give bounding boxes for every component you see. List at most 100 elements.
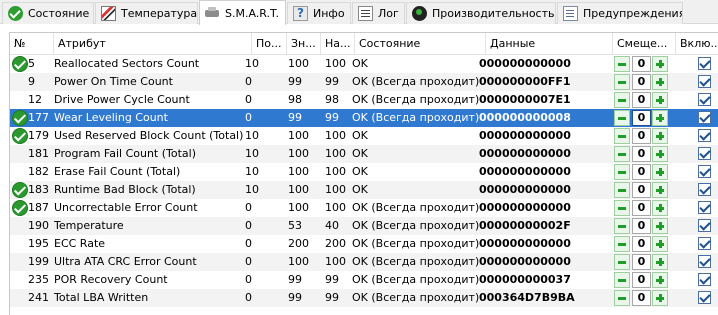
enabled-checkbox[interactable] <box>698 147 711 160</box>
table-row[interactable]: 182 Erase Fail Count (Total) 10 100 100 OK 000… <box>10 163 718 181</box>
tab-performance[interactable]: Производительность <box>406 2 556 24</box>
offset-value[interactable]: 0 <box>632 92 651 108</box>
minus-icon[interactable] <box>614 200 630 216</box>
tab-info[interactable]: Инфо <box>287 2 351 24</box>
col-header-threshold[interactable]: По... <box>252 33 287 55</box>
plus-icon[interactable] <box>652 254 668 270</box>
enabled-checkbox[interactable] <box>698 111 711 124</box>
plus-icon[interactable] <box>652 74 668 90</box>
minus-icon[interactable] <box>614 92 630 108</box>
col-header-value[interactable]: Зн... <box>287 33 321 55</box>
table-row[interactable]: 199 Ultra ATA CRC Error Count 0 100 100 OK (В… <box>10 253 718 271</box>
table-row[interactable]: 181 Program Fail Count (Total) 10 100 100 OK 0… <box>10 145 718 163</box>
table-row[interactable]: 195 ECC Rate 0 200 200 OK (Всегда проходит) 00… <box>10 235 718 253</box>
tab-status[interactable]: Состояние <box>2 2 94 24</box>
threshold-value: 10 <box>245 147 259 160</box>
col-header-status[interactable]: Состояние <box>355 33 486 55</box>
status-text: OK <box>352 57 368 70</box>
col-header-number[interactable]: № <box>10 33 54 55</box>
offset-value[interactable]: 0 <box>632 56 651 72</box>
enabled-checkbox[interactable] <box>698 183 711 196</box>
enabled-checkbox[interactable] <box>698 201 711 214</box>
minus-icon[interactable] <box>614 146 630 162</box>
enabled-checkbox[interactable] <box>698 219 711 232</box>
offset-value[interactable]: 0 <box>632 74 651 90</box>
col-header-worst[interactable]: На... <box>321 33 355 55</box>
offset-stepper: 0 <box>614 128 670 144</box>
table-row[interactable]: 12 Drive Power Cycle Count 0 98 98 OK (Всегда… <box>10 91 718 109</box>
col-header-data[interactable]: Данные <box>486 33 613 55</box>
raw-data: 000000000008 <box>479 111 571 124</box>
plus-icon[interactable] <box>652 128 668 144</box>
offset-value[interactable]: 0 <box>632 218 651 234</box>
tab-temperature[interactable]: Температура <box>95 2 198 24</box>
minus-icon[interactable] <box>614 218 630 234</box>
plus-icon[interactable] <box>652 110 668 126</box>
table-row[interactable]: 187 Uncorrectable Error Count 0 100 100 OK (В… <box>10 199 718 217</box>
minus-icon[interactable] <box>614 164 630 180</box>
status-text: OK (Всегда проходит) <box>352 237 480 250</box>
smart-attributes-table: № Атрибут По... Зн... На... Состояние Да… <box>9 32 718 315</box>
table-row[interactable]: 9 Power On Time Count 0 99 99 OK (Всегда прох… <box>10 73 718 91</box>
current-value: 100 <box>288 201 309 214</box>
offset-value[interactable]: 0 <box>632 290 651 306</box>
enabled-checkbox[interactable] <box>698 165 711 178</box>
table-row[interactable]: 183 Runtime Bad Block (Total) 10 100 100 OK 00… <box>10 181 718 199</box>
plus-icon[interactable] <box>652 290 668 306</box>
enabled-checkbox[interactable] <box>698 129 711 142</box>
table-row[interactable]: 5 Reallocated Sectors Count 10 100 100 OK 0000… <box>10 55 718 73</box>
plus-icon[interactable] <box>652 236 668 252</box>
col-header-attribute[interactable]: Атрибут <box>54 33 252 55</box>
offset-value[interactable]: 0 <box>632 236 651 252</box>
minus-icon[interactable] <box>614 254 630 270</box>
tab-log[interactable]: Лог <box>352 2 405 24</box>
minus-icon[interactable] <box>614 74 630 90</box>
current-value: 53 <box>288 219 302 232</box>
minus-icon[interactable] <box>614 290 630 306</box>
current-value: 99 <box>288 111 302 124</box>
ok-status-icon <box>12 200 28 216</box>
table-row[interactable]: 177 Wear Leveling Count 0 99 99 OK (Всегда пр… <box>10 109 718 127</box>
tab-warnings[interactable]: Предупреждения <box>557 2 683 24</box>
raw-data: 00000000002F <box>479 219 571 232</box>
offset-value[interactable]: 0 <box>632 128 651 144</box>
minus-icon[interactable] <box>614 110 630 126</box>
plus-icon[interactable] <box>652 164 668 180</box>
enabled-checkbox[interactable] <box>698 255 711 268</box>
minus-icon[interactable] <box>614 182 630 198</box>
enabled-checkbox[interactable] <box>698 93 711 106</box>
plus-icon[interactable] <box>652 146 668 162</box>
minus-icon[interactable] <box>614 272 630 288</box>
enabled-checkbox[interactable] <box>698 273 711 286</box>
raw-data: 000000000000 <box>479 201 571 214</box>
offset-value[interactable]: 0 <box>632 200 651 216</box>
table-row[interactable]: 235 POR Recovery Count 0 99 99 OK (Всегда про… <box>10 271 718 289</box>
enabled-checkbox[interactable] <box>698 75 711 88</box>
enabled-checkbox[interactable] <box>698 57 711 70</box>
table-row[interactable]: 190 Temperature 0 53 40 OK (Всегда проходит) 0… <box>10 217 718 235</box>
plus-icon[interactable] <box>652 56 668 72</box>
table-row[interactable]: 241 Total LBA Written 0 99 99 OK (Всегда прох… <box>10 289 718 307</box>
offset-value[interactable]: 0 <box>632 146 651 162</box>
offset-value[interactable]: 0 <box>632 110 651 126</box>
offset-value[interactable]: 0 <box>632 164 651 180</box>
tab-smart[interactable]: S.M.A.R.T. <box>199 0 286 25</box>
tab-label: Температура <box>121 7 198 20</box>
offset-value[interactable]: 0 <box>632 272 651 288</box>
offset-value[interactable]: 0 <box>632 254 651 270</box>
offset-value[interactable]: 0 <box>632 182 651 198</box>
minus-icon[interactable] <box>614 128 630 144</box>
plus-icon[interactable] <box>652 218 668 234</box>
col-header-offset[interactable]: Смеще... <box>613 33 676 55</box>
raw-data: 000000000000 <box>479 237 571 250</box>
table-row[interactable]: 179 Used Reserved Block Count (Total) 10 10… <box>10 127 718 145</box>
plus-icon[interactable] <box>652 272 668 288</box>
enabled-checkbox[interactable] <box>698 291 711 304</box>
plus-icon[interactable] <box>652 200 668 216</box>
plus-icon[interactable] <box>652 92 668 108</box>
minus-icon[interactable] <box>614 236 630 252</box>
enabled-checkbox[interactable] <box>698 237 711 250</box>
col-header-enabled[interactable]: Вклю... <box>676 33 718 55</box>
minus-icon[interactable] <box>614 56 630 72</box>
plus-icon[interactable] <box>652 182 668 198</box>
